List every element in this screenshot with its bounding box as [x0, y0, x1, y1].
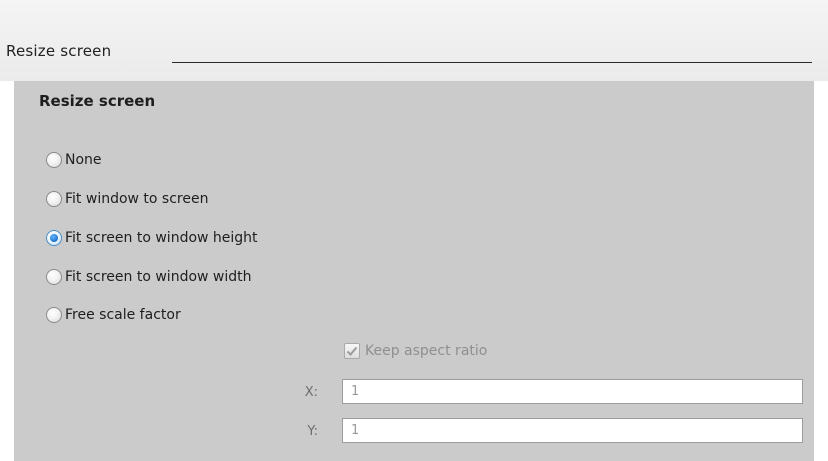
- y-field-label: Y:: [307, 424, 318, 439]
- keep-aspect-ratio-checkbox[interactable]: [344, 343, 360, 359]
- keep-aspect-ratio-option[interactable]: Keep aspect ratio: [344, 342, 487, 360]
- radio-label-fit-window-to-screen: Fit window to screen: [65, 191, 209, 207]
- radio-option-fit-screen-to-window-width[interactable]: Fit screen to window width: [46, 267, 252, 287]
- keep-aspect-ratio-label: Keep aspect ratio: [365, 343, 488, 359]
- radio-label-free-scale-factor: Free scale factor: [65, 307, 181, 323]
- section-title: Resize screen: [6, 42, 112, 60]
- radio-option-fit-screen-to-window-height[interactable]: Fit screen to window height: [46, 228, 258, 248]
- radio-button-none[interactable]: [46, 152, 62, 168]
- radio-button-fit-screen-to-window-width[interactable]: [46, 269, 62, 285]
- radio-label-none: None: [65, 152, 102, 168]
- group-title: Resize screen: [39, 92, 156, 110]
- radio-option-fit-window-to-screen[interactable]: Fit window to screen: [46, 189, 208, 209]
- radio-option-none[interactable]: None: [46, 150, 102, 170]
- section-divider: [172, 62, 812, 63]
- radio-button-fit-window-to-screen[interactable]: [46, 191, 62, 207]
- radio-option-free-scale-factor[interactable]: Free scale factor: [46, 305, 181, 325]
- checkmark-icon: [346, 346, 358, 356]
- x-field-label: X:: [304, 385, 318, 400]
- radio-button-fit-screen-to-window-height[interactable]: [46, 230, 62, 246]
- section-header: [0, 0, 828, 81]
- x-scale-input[interactable]: [342, 379, 803, 404]
- resize-screen-dialog: Resize screen Resize screen None Fit win…: [0, 0, 828, 461]
- radio-label-fit-screen-to-window-width: Fit screen to window width: [65, 269, 252, 285]
- radio-button-free-scale-factor[interactable]: [46, 307, 62, 323]
- y-scale-input[interactable]: [342, 418, 803, 443]
- radio-label-fit-screen-to-window-height: Fit screen to window height: [65, 230, 258, 246]
